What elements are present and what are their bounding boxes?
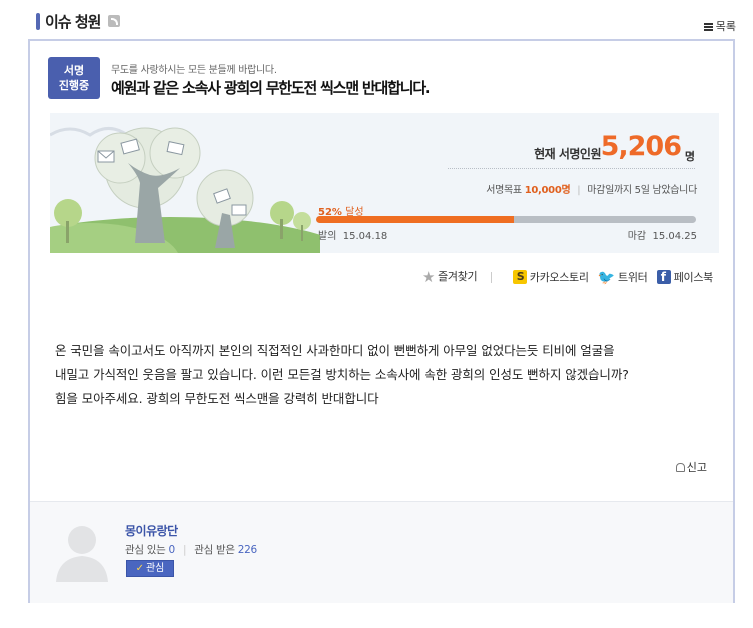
petition-subtitle: 무도를 사랑하시는 모든 분들께 바랍니다. [111, 65, 277, 76]
list-link[interactable]: 목록 [703, 18, 736, 34]
author-section: 몽이유랑단 관심 있는 0 | 관심 받은 226 ✓ 관심 [30, 501, 733, 603]
signers-count: 5,206 [600, 131, 682, 162]
report-label: 신고 [686, 461, 707, 474]
goal-value: 10,000명 [524, 185, 571, 196]
author-name[interactable]: 몽이유랑단 [125, 522, 178, 539]
body-line: 온 국민을 속이고서도 아직까지 본인의 직접적인 사과한마디 없이 뻔뻔하게 … [55, 343, 615, 358]
facebook-button[interactable]: 페이스북 [656, 269, 714, 285]
progress-panel: 현재 서명인원 5,206 명 서명목표 10,000명 | 마감일까지 5일 … [50, 113, 719, 253]
bookmark-label: 즐겨찾기 [438, 270, 478, 283]
section-header: 이슈 청원 목록 [36, 10, 736, 34]
signers-label: 현재 서명인원 [534, 147, 601, 161]
list-link-label: 목록 [715, 20, 736, 33]
body-line: 내밀고 가식적인 웃음을 팔고 있습니다. 이런 모든걸 방치하는 소속사에 속… [55, 367, 629, 382]
end-date-value: 15.04.25 [652, 231, 697, 242]
twitter-icon: 🐦 [597, 269, 616, 286]
star-icon: ★ [421, 268, 436, 286]
stats-separator: | [182, 544, 187, 556]
goal-separator: | [577, 185, 581, 196]
body-line: 힘을 모아주세요. 광희의 무한도전 씩스맨을 강력히 반대합니다 [55, 391, 379, 406]
twitter-label: 트위터 [618, 270, 648, 284]
start-date: 발의 15.04.18 [318, 227, 387, 242]
status-badge-line1: 서명 [63, 64, 85, 77]
check-icon: ✓ [135, 563, 144, 574]
section-title: 이슈 청원 [45, 13, 101, 31]
menu-lines-icon [703, 23, 713, 31]
interest-count: 0 [168, 544, 176, 556]
dotted-divider [448, 168, 695, 169]
received-count: 226 [237, 544, 257, 556]
petition-body: 온 국민을 속이고서도 아직까지 본인의 직접적인 사과한마디 없이 뻔뻔하게 … [55, 339, 725, 411]
petition-title: 예원과 같은 소속사 광희의 무한도전 씩스맨 반대합니다. [111, 79, 431, 97]
progress-bar [316, 216, 696, 223]
facebook-icon [656, 270, 671, 284]
share-bar: ★즐겨찾기 카카오스토리 🐦트위터 페이스북 [416, 268, 713, 286]
status-badge-line2: 진행중 [58, 79, 90, 92]
start-label: 발의 [318, 231, 337, 242]
facebook-label: 페이스북 [673, 271, 714, 284]
received-label: 관심 받은 [194, 544, 235, 556]
status-badge: 서명 진행중 [48, 57, 100, 99]
progress-fill [316, 216, 514, 223]
start-date-value: 15.04.18 [342, 231, 388, 242]
end-label: 마감 [627, 231, 647, 242]
author-stats: 관심 있는 0 | 관심 받은 226 [125, 542, 257, 557]
follow-button[interactable]: ✓ 관심 [126, 560, 174, 577]
goal-info: 서명목표 10,000명 | 마감일까지 5일 남았습니다 [486, 181, 697, 196]
avatar [56, 526, 108, 582]
petition-card: 서명 진행중 무도를 사랑하시는 모든 분들께 바랍니다. 예원과 같은 소속사… [28, 39, 735, 603]
share-divider [490, 271, 492, 283]
signers-unit: 명 [684, 150, 695, 163]
follow-label: 관심 [145, 563, 165, 574]
kakaostory-label: 카카오스토리 [529, 271, 589, 284]
rss-icon[interactable] [108, 15, 120, 27]
goal-label: 서명목표 [486, 185, 522, 196]
twitter-button[interactable]: 🐦 트위터 [598, 269, 648, 286]
report-icon [675, 463, 685, 472]
report-button[interactable]: 신고 [675, 459, 707, 475]
bookmark-button[interactable]: ★ 즐겨찾기 [421, 268, 478, 286]
tree-illustration [50, 127, 320, 253]
deadline-text: 마감일까지 5일 남았습니다 [587, 185, 697, 196]
kakaostory-icon [512, 270, 527, 284]
interest-label: 관심 있는 [125, 544, 166, 556]
kakaostory-button[interactable]: 카카오스토리 [512, 269, 589, 285]
header-accent-bar [36, 13, 40, 30]
end-date: 마감 15.04.25 [628, 227, 697, 242]
